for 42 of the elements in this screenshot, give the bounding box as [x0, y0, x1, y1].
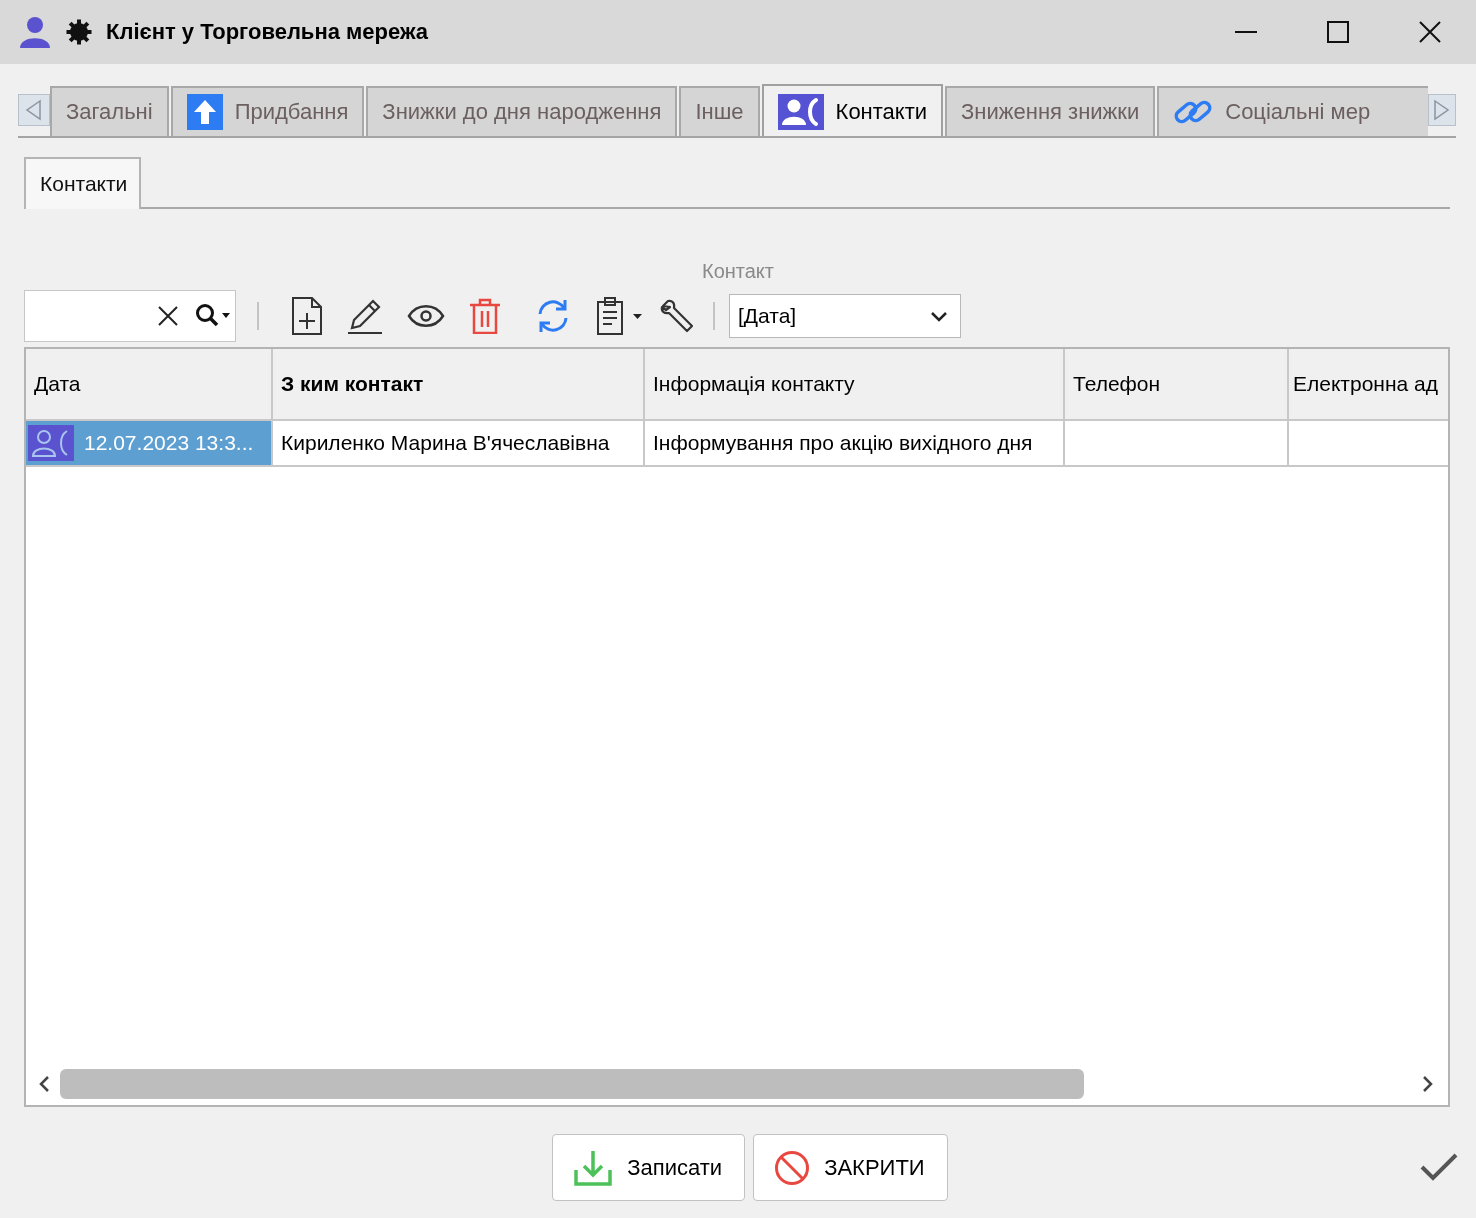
- window-title: Клієнт у Торговельна мережа: [106, 19, 430, 45]
- maximize-icon[interactable]: [1327, 21, 1349, 43]
- clipboard-icon[interactable]: [595, 297, 643, 335]
- new-document-icon[interactable]: [291, 297, 323, 335]
- tab[interactable]: Загальні: [50, 86, 169, 136]
- checkmark-icon: [1420, 1153, 1458, 1181]
- close-button[interactable]: ЗАКРИТИ: [753, 1134, 948, 1201]
- scrollbar-thumb[interactable]: [60, 1069, 1084, 1099]
- close-icon[interactable]: [1419, 21, 1441, 43]
- column-header[interactable]: Електронна ад: [1289, 349, 1448, 421]
- contact-phone-icon: [28, 425, 74, 461]
- tab[interactable]: Придбання: [170, 86, 365, 136]
- search-icon[interactable]: [195, 303, 231, 329]
- table-cell[interactable]: [1065, 421, 1289, 467]
- column-header[interactable]: Телефон: [1065, 349, 1289, 421]
- sort-dropdown[interactable]: [Дата]: [729, 294, 961, 338]
- pencil-icon[interactable]: [347, 297, 383, 335]
- column-header[interactable]: З ким контакт: [273, 349, 645, 421]
- tab[interactable]: Контакти: [761, 84, 944, 136]
- subtab[interactable]: Контакти: [24, 157, 142, 209]
- chevron-down-icon: [930, 310, 948, 322]
- column-header[interactable]: Інформація контакту: [645, 349, 1065, 421]
- clear-icon[interactable]: [157, 305, 179, 327]
- section-title: Контакт: [702, 260, 774, 282]
- contact-phone-icon: [777, 94, 824, 130]
- download-icon: [573, 1148, 614, 1187]
- save-button[interactable]: Записати: [552, 1134, 746, 1201]
- tab[interactable]: Соціальні мер: [1157, 86, 1428, 136]
- trash-icon[interactable]: [469, 298, 501, 334]
- prohibited-icon: [774, 1149, 811, 1186]
- chevron-left-icon[interactable]: [38, 1075, 50, 1093]
- table-cell[interactable]: Інформування про акцію вихідного дня: [645, 421, 1065, 467]
- eye-icon[interactable]: [407, 303, 445, 329]
- column-header[interactable]: Дата: [26, 349, 273, 421]
- chevron-right-icon[interactable]: [1422, 1075, 1434, 1093]
- tab[interactable]: Інше: [679, 86, 760, 136]
- search-field[interactable]: [24, 290, 236, 342]
- wrench-icon[interactable]: [659, 298, 695, 334]
- user-icon: [18, 15, 52, 49]
- tab[interactable]: Знижки до дня народження: [366, 86, 678, 136]
- table-cell[interactable]: Кириленко Марина В'ячеславівна: [273, 421, 645, 467]
- tab[interactable]: Зниження знижки: [945, 86, 1156, 136]
